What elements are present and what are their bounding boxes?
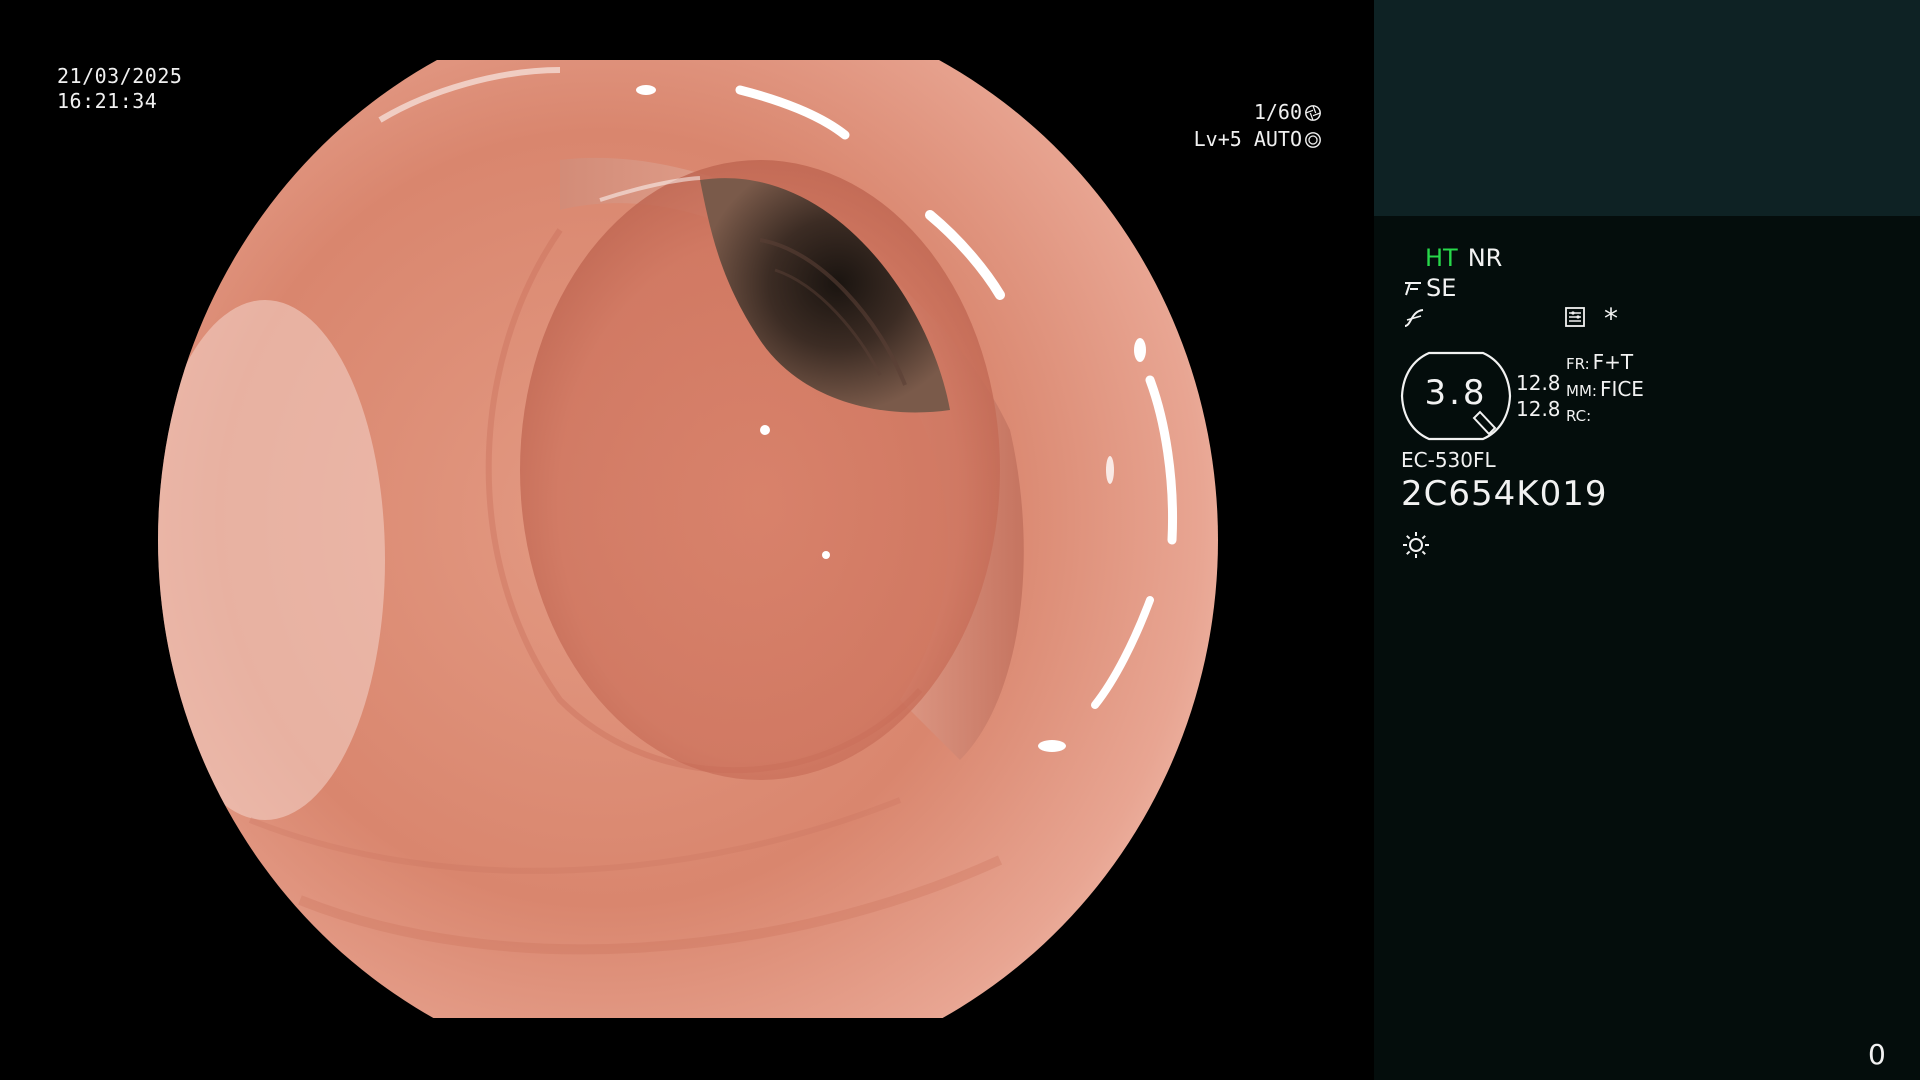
iris-icon [1305,131,1321,148]
level-text: Lv+5 AUTO [1193,127,1302,151]
mode-settings: FR: F+T MM: FICE RC: [1566,350,1644,429]
time-text: 16:21:34 [57,89,158,113]
structure-enhance-indicator: SE [1402,274,1456,302]
date-time-readout: 21/03/2025 16:21:34 [57,64,182,114]
mm-value: FICE [1599,377,1644,401]
exposure-readout: 1/60 Lv+5 AUTO [1194,99,1322,153]
rc-setting: RC: [1566,404,1644,429]
endoscopic-image [158,60,1218,1018]
fr-key: FR: [1566,355,1590,373]
settings-panel-icon [1564,306,1586,332]
date-text: 21/03/2025 [57,64,183,88]
brightness-icon [1401,530,1431,564]
scope-serial: 2C654K019 [1401,474,1608,514]
ht-indicator: HT [1425,244,1458,272]
frame-counter: 0 [1868,1038,1886,1071]
structure-enhance-icon [1405,282,1421,296]
info-panel-header [1374,0,1920,216]
aperture-icon [1305,104,1321,121]
measurement-bottom: 12.8 [1516,397,1561,421]
nr-indicator: NR [1467,244,1503,272]
mode-indicators: HT NR [1425,244,1502,272]
mm-setting: MM: FICE [1566,377,1644,404]
shutter-text: 1/60 [1253,100,1302,124]
measurement-values: 12.8 12.8 [1516,370,1561,422]
gauge-value: 3.8 [1424,373,1488,413]
fr-setting: FR: F+T [1566,350,1644,377]
se-label: SE [1426,274,1457,302]
mm-key: MM: [1566,382,1597,400]
contrast-curve-icon [1402,306,1426,336]
asterisk-marker: * [1604,302,1618,335]
rc-key: RC: [1566,407,1592,425]
scope-model: EC-530FL [1401,448,1496,472]
measurement-top: 12.8 [1516,371,1561,395]
info-panel: HT NR SE * 3.8 12.8 12.8 FR: F+T MM: FIC… [1374,0,1920,1080]
endoscope-viewport: 21/03/2025 16:21:34 1/60 Lv+5 AUTO [0,0,1374,1080]
fr-value: F+T [1592,350,1634,374]
